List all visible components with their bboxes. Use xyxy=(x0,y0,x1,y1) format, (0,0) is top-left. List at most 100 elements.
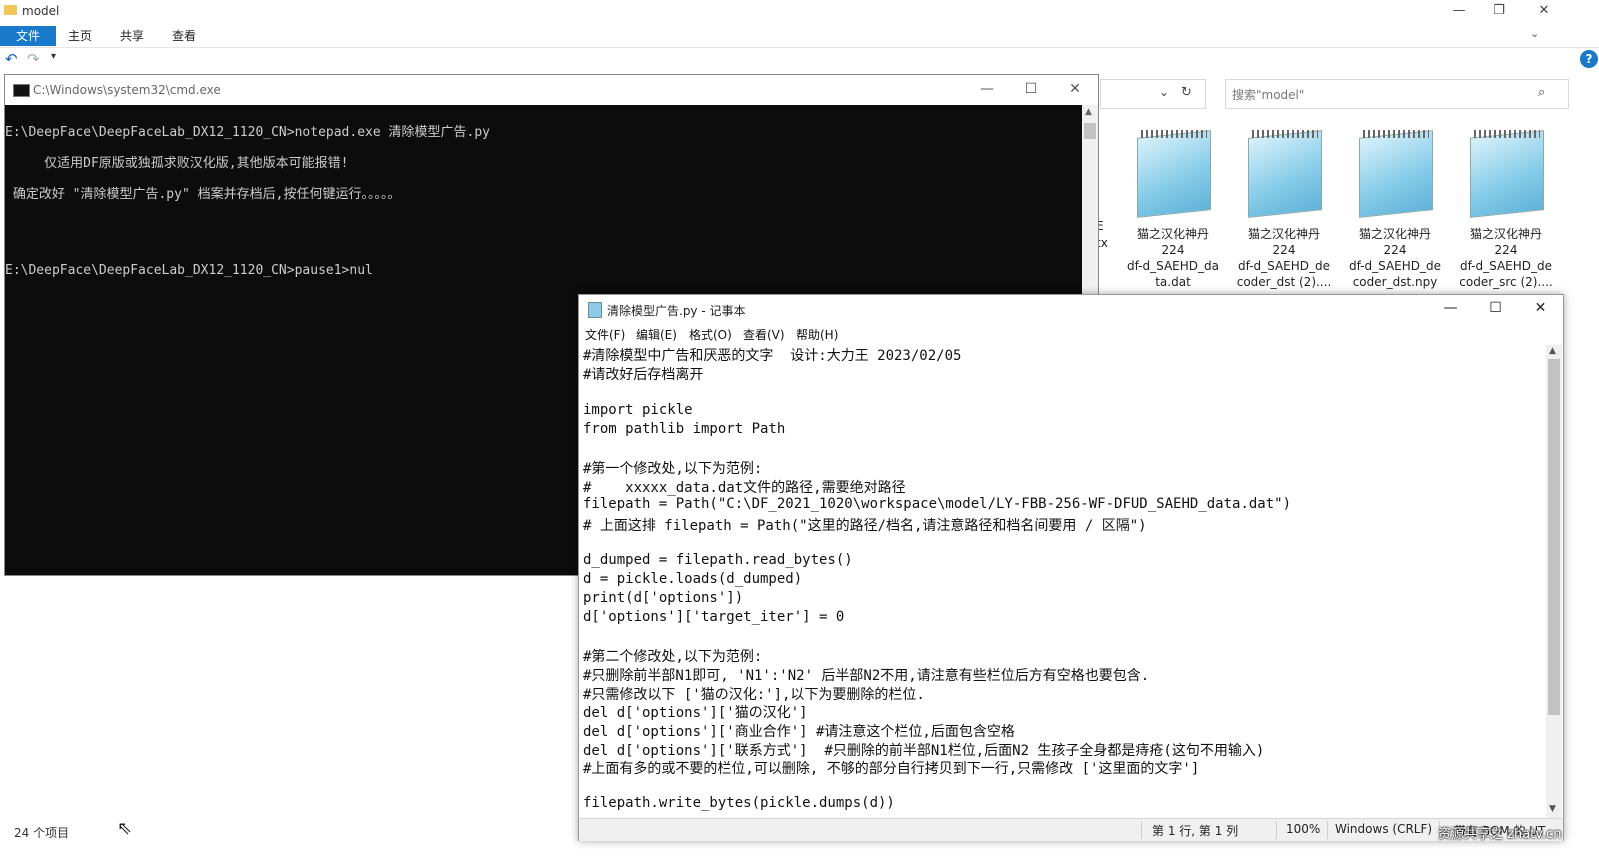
file-name: 猫之汉化神丹 224 df-d_SAEHD_de coder_dst (2)..… xyxy=(1234,226,1334,290)
watermark: 资源共享之 zhatv.cn xyxy=(1438,827,1562,842)
tab-home[interactable]: 主页 xyxy=(56,26,104,46)
undo-icon[interactable]: ↶ xyxy=(5,50,18,68)
notepad-icon xyxy=(588,302,602,318)
file-name-line: coder_dst (2).... xyxy=(1236,275,1332,289)
cmd-line: 仅适用DF原版或独孤求败汉化版,其他版本可能报错! xyxy=(5,156,349,171)
notebook-rings xyxy=(1141,130,1207,138)
mouse-cursor-icon: ⇖ xyxy=(117,818,133,839)
tab-file[interactable]: 文件 xyxy=(0,26,57,46)
file-item[interactable]: 猫之汉化神丹 224 df-d_SAEHD_de coder_dst.npy xyxy=(1345,128,1445,293)
code-line: #请改好后存档离开 xyxy=(583,367,704,383)
notepad-close-button[interactable]: ✕ xyxy=(1518,295,1563,323)
code-line: #只删除前半部N1即可, 'N1':'N2' 后半部N2不用,请注意有些栏位后方… xyxy=(583,668,1150,684)
code-line: #第二个修改处,以下为范例: xyxy=(583,649,763,665)
notepad-scrollbar[interactable]: ▲ ▼ xyxy=(1546,345,1562,818)
explorer-title-bar: model — ❐ ✕ xyxy=(0,0,1599,23)
menu-file[interactable]: 文件(F) xyxy=(585,326,625,343)
refresh-icon[interactable]: ↻ xyxy=(1181,85,1192,100)
tab-share[interactable]: 共享 xyxy=(108,26,156,46)
tab-view[interactable]: 查看 xyxy=(160,26,208,46)
cmd-close-button[interactable]: ✕ xyxy=(1052,75,1098,105)
cmd-minimize-button[interactable]: — xyxy=(964,75,1010,105)
code-line: d_dumped = filepath.read_bytes() xyxy=(583,552,853,568)
zoom-level: 100% xyxy=(1286,822,1321,836)
ribbon-tabs: 文件 主页 共享 查看 ⌄ ? xyxy=(0,23,1599,68)
notepad-file-icon xyxy=(1359,130,1433,218)
file-item[interactable]: 猫之汉化神丹 224 df-d_SAEHD_de coder_src (2)..… xyxy=(1456,128,1556,293)
file-name-line: coder_dst.npy xyxy=(1352,275,1438,289)
cmd-line: E:\DeepFace\DeepFaceLab_DX12_1120_CN>pau… xyxy=(5,263,373,278)
notepad-window[interactable]: 清除模型广告.py - 记事本 — ☐ ✕ 文件(F) 编辑(E) 格式(O) … xyxy=(578,294,1564,841)
code-line: #清除模型中广告和厌恶的文字 设计:大力王 2023/02/05 xyxy=(583,348,962,364)
file-name: 猫之汉化神丹 224 df-d_SAEHD_da ta.dat xyxy=(1123,226,1223,290)
file-name-line: df-d_SAEHD_de xyxy=(1237,259,1331,273)
close-button[interactable]: ✕ xyxy=(1521,0,1567,23)
notepad-maximize-button[interactable]: ☐ xyxy=(1473,295,1518,323)
notepad-file-icon xyxy=(1470,130,1544,218)
redo-icon[interactable]: ↷ xyxy=(27,50,40,68)
status-separator xyxy=(1141,821,1142,839)
item-count: 24 个项目 xyxy=(14,826,70,840)
restore-button[interactable]: ❐ xyxy=(1476,0,1522,23)
code-line: print(d['options']) xyxy=(583,590,744,606)
file-name-line: 猫之汉化神丹 xyxy=(1247,227,1320,241)
cmd-title-bar: C:\Windows\system32\cmd.exe — ☐ ✕ xyxy=(5,75,1098,105)
chevron-down-icon[interactable]: ⌄ xyxy=(1159,85,1169,99)
file-name-line: coder_src (2).... xyxy=(1459,275,1553,289)
file-name-line: df-d_SAEHD_da xyxy=(1127,259,1219,273)
status-separator xyxy=(1327,821,1328,839)
menu-view[interactable]: 查看(V) xyxy=(743,326,785,343)
search-input[interactable]: 搜索"model" ⌕ xyxy=(1225,79,1569,109)
code-line: del d['options']['商业合作'] #请注意这个栏位,后面包含空格 xyxy=(583,724,1015,740)
scroll-up-icon[interactable]: ▲ xyxy=(1549,346,1556,356)
scroll-down-icon[interactable]: ▼ xyxy=(1549,804,1556,814)
code-line: d = pickle.loads(d_dumped) xyxy=(583,571,803,587)
file-name-line: 猫之汉化神丹 xyxy=(1469,227,1542,241)
cmd-scroll-thumb[interactable] xyxy=(1084,123,1096,139)
folder-icon xyxy=(4,5,17,15)
file-name-line: 猫之汉化神丹 xyxy=(1358,227,1431,241)
menu-format[interactable]: 格式(O) xyxy=(689,326,732,343)
scroll-up-icon[interactable]: ▲ xyxy=(1085,107,1092,117)
address-dropdown[interactable]: ⌄ ↻ xyxy=(1100,79,1206,109)
file-name-line: 224 xyxy=(1161,243,1185,257)
code-line: filepath = Path("C:\DF_2021_1020\workspa… xyxy=(583,496,1292,512)
file-name: 猫之汉化神丹 224 df-d_SAEHD_de coder_dst.npy xyxy=(1345,226,1445,290)
code-line: del d['options']['猫の汉化'] xyxy=(583,705,808,721)
file-name-line: 224 xyxy=(1383,243,1407,257)
file-name-line: ta.dat xyxy=(1155,275,1191,289)
file-item[interactable]: 猫之汉化神丹 224 df-d_SAEHD_da ta.dat xyxy=(1123,128,1223,293)
notepad-title: 清除模型广告.py - 记事本 xyxy=(607,304,746,318)
notepad-file-icon xyxy=(1248,130,1322,218)
cmd-maximize-button[interactable]: ☐ xyxy=(1008,75,1054,105)
code-line: d['options']['target_iter'] = 0 xyxy=(583,609,845,625)
code-line: from pathlib import Path xyxy=(583,421,786,437)
menu-help[interactable]: 帮助(H) xyxy=(796,326,838,343)
search-icon[interactable]: ⌕ xyxy=(1538,85,1545,100)
status-separator xyxy=(1276,821,1277,839)
menu-edit[interactable]: 编辑(E) xyxy=(636,326,677,343)
file-name-line: df-d_SAEHD_de xyxy=(1459,259,1553,273)
ribbon-expand-icon[interactable]: ⌄ xyxy=(1530,27,1539,40)
customize-toolbar-icon[interactable]: ▾ xyxy=(51,51,56,62)
code-line: #第一个修改处,以下为范例: xyxy=(583,461,763,477)
notepad-minimize-button[interactable]: — xyxy=(1428,295,1473,323)
code-line: import pickle xyxy=(583,402,693,418)
cursor-position: 第 1 行, 第 1 列 xyxy=(1152,824,1239,838)
cmd-line: 确定改好 "清除模型广告.py" 档案并存档后,按任何键运行。。。。。 xyxy=(5,187,401,202)
notebook-rings xyxy=(1474,130,1540,138)
notepad-file-icon xyxy=(1137,130,1211,218)
code-line: #上面有多的或不要的栏位,可以删除, 不够的部分自行拷贝到下一行,只需修改 ['… xyxy=(583,761,1200,777)
notepad-text-area[interactable]: #清除模型中广告和厌恶的文字 设计:大力王 2023/02/05 #请改好后存档… xyxy=(583,345,1543,811)
cmd-icon xyxy=(13,84,30,97)
file-name: 猫之汉化神丹 224 df-d_SAEHD_de coder_src (2)..… xyxy=(1456,226,1556,290)
code-line: # 上面这排 filepath = Path("这里的路径/档名,请注意路径和档… xyxy=(583,518,1147,534)
file-name-line: 224 xyxy=(1272,243,1296,257)
line-ending: Windows (CRLF) xyxy=(1335,822,1433,836)
file-item[interactable]: 猫之汉化神丹 224 df-d_SAEHD_de coder_dst (2)..… xyxy=(1234,128,1334,293)
explorer-title: model xyxy=(22,4,60,18)
file-name-line: df-d_SAEHD_de xyxy=(1348,259,1442,273)
notebook-rings xyxy=(1252,130,1318,138)
code-line: #只需修改以下 ['猫の汉化:'],以下为要删除的栏位. xyxy=(583,687,925,703)
notepad-scroll-thumb[interactable] xyxy=(1548,359,1560,715)
